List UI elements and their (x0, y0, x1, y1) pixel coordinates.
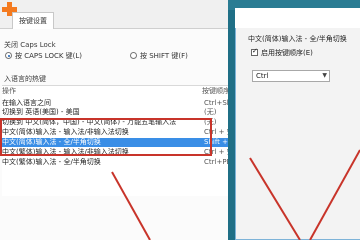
table-row[interactable]: 中文(繁体)输入法 - 全/半角切换 Ctrl+PERIOD (2, 158, 232, 167)
chevron-down-icon: ▼ (322, 72, 327, 79)
caps-group-title: 关闭 Caps Lock (4, 41, 56, 49)
modifier-key-select[interactable]: Ctrl ▼ (252, 70, 330, 82)
table-row[interactable]: 切换到 英语(美国) - 美国 (无) (2, 108, 232, 117)
annotation-highlight-box (0, 118, 212, 156)
dialog-titlebar (235, 8, 360, 28)
row-action: 中文(繁体)输入法 - 全/半角切换 (2, 158, 101, 166)
row-action: 切换到 英语(美国) - 美国 (2, 108, 80, 116)
app-logo-icon (0, 0, 20, 20)
enable-key-sequence-checkbox[interactable] (251, 47, 258, 56)
table-header: 操作 按键顺序 (2, 86, 232, 96)
radio-caps-lock[interactable] (5, 52, 12, 59)
column-header-keys: 按键顺序 (202, 87, 230, 95)
enable-key-sequence-label: 启用按键顺序(E) (261, 49, 313, 57)
row-action: 在输入语言之间 (2, 99, 51, 107)
table-row[interactable]: 在输入语言之间 Ctrl+Shift (2, 99, 232, 108)
dialog-heading: 中文(简体)输入法 - 全/半角切换 (248, 35, 347, 43)
column-header-action: 操作 (2, 87, 16, 95)
radio-caps-lock-label: 按 CAPS LOCK 键(L) (15, 52, 83, 60)
hotkeys-section-title: 入语言的热键 (4, 75, 46, 83)
radio-shift[interactable] (130, 52, 137, 59)
modifier-key-value: Ctrl (256, 72, 269, 80)
radio-shift-label: 按 SHIFT 键(F) (140, 52, 188, 60)
